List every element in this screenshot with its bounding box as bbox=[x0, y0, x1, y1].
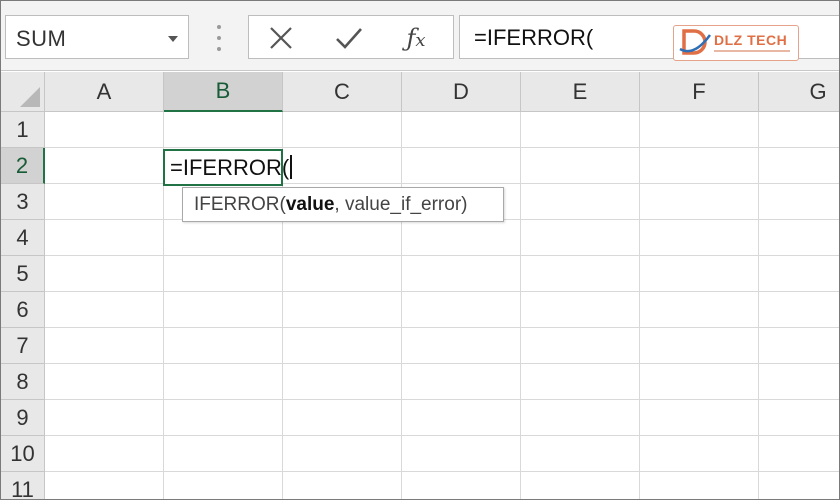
column-header-g[interactable]: G bbox=[759, 72, 839, 112]
gridline bbox=[45, 327, 839, 328]
row-header-3[interactable]: 3 bbox=[1, 184, 45, 220]
column-header-c[interactable]: C bbox=[283, 72, 402, 112]
row-header-8[interactable]: 8 bbox=[1, 364, 45, 400]
row-header-5[interactable]: 5 bbox=[1, 256, 45, 292]
current-argument[interactable]: value bbox=[286, 194, 335, 215]
worksheet-grid[interactable]: A B C D E F G 1 2 3 4 5 6 7 8 9 10 11 =I… bbox=[1, 72, 839, 499]
enter-button[interactable] bbox=[327, 22, 371, 54]
column-header-d[interactable]: D bbox=[402, 72, 521, 112]
gridline bbox=[45, 291, 839, 292]
insert-function-button[interactable]: ƒx bbox=[394, 22, 438, 54]
watermark-logo: DLZ TECH bbox=[673, 25, 799, 61]
row-header-10[interactable]: 10 bbox=[1, 436, 45, 472]
gridline bbox=[45, 147, 839, 148]
gridline bbox=[758, 112, 759, 499]
text-caret bbox=[290, 155, 292, 179]
remaining-arguments: , value_if_error) bbox=[334, 194, 468, 215]
row-header-1[interactable]: 1 bbox=[1, 112, 45, 148]
select-all-icon bbox=[20, 87, 40, 107]
formula-text: =IFERROR( bbox=[474, 25, 594, 50]
name-box[interactable]: SUM bbox=[5, 15, 189, 59]
row-header-2[interactable]: 2 bbox=[1, 148, 45, 184]
column-header-b[interactable]: B bbox=[164, 72, 283, 112]
grip-handle-icon[interactable] bbox=[217, 25, 221, 51]
cancel-button[interactable] bbox=[259, 22, 303, 54]
gridline bbox=[639, 112, 640, 499]
row-header-4[interactable]: 4 bbox=[1, 220, 45, 256]
row-header-11[interactable]: 11 bbox=[1, 472, 45, 499]
column-header-a[interactable]: A bbox=[45, 72, 164, 112]
fx-icon: ƒx bbox=[406, 24, 426, 52]
gridline bbox=[45, 363, 839, 364]
excel-window: SUM ƒx =IFERROR(DLZ TECH A B C D E F G … bbox=[0, 0, 840, 500]
chevron-down-icon[interactable] bbox=[168, 36, 178, 42]
active-cell-b2[interactable]: =IFERROR( bbox=[163, 149, 292, 186]
gridline bbox=[45, 471, 839, 472]
name-box-value: SUM bbox=[16, 26, 67, 51]
close-icon bbox=[270, 27, 292, 49]
column-header-f[interactable]: F bbox=[640, 72, 759, 112]
row-header-7[interactable]: 7 bbox=[1, 328, 45, 364]
gridline bbox=[520, 112, 521, 499]
logo-mark-icon bbox=[679, 29, 712, 55]
row-header-9[interactable]: 9 bbox=[1, 400, 45, 436]
gridline bbox=[401, 112, 402, 499]
column-header-e[interactable]: E bbox=[521, 72, 640, 112]
function-name: IFERROR( bbox=[194, 194, 286, 215]
checkmark-icon bbox=[336, 28, 362, 49]
row-header-6[interactable]: 6 bbox=[1, 292, 45, 328]
select-all-button[interactable] bbox=[1, 72, 45, 112]
gridline bbox=[45, 399, 839, 400]
gridline bbox=[45, 435, 839, 436]
formula-buttons: ƒx bbox=[248, 15, 454, 59]
logo-tagline-line bbox=[714, 50, 790, 52]
cell-edit-text: =IFERROR( bbox=[170, 155, 292, 181]
function-tooltip[interactable]: IFERROR(value, value_if_error) bbox=[182, 187, 504, 222]
formula-bar-area: SUM ƒx =IFERROR(DLZ TECH bbox=[1, 1, 839, 71]
gridline bbox=[45, 255, 839, 256]
logo-text: DLZ TECH bbox=[714, 32, 788, 48]
function-signature: IFERROR(value, value_if_error) bbox=[194, 194, 467, 216]
